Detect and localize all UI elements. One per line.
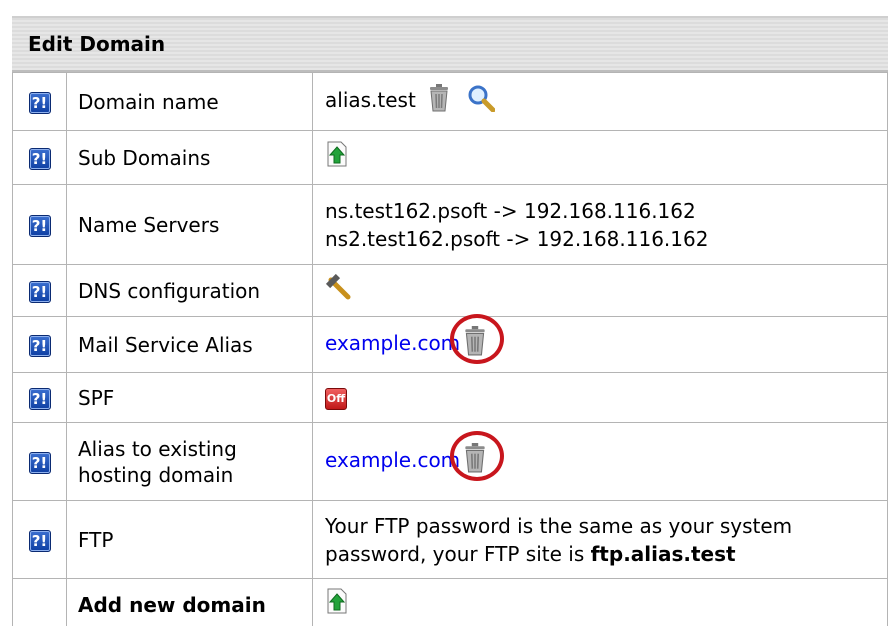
- trash-icon: [465, 443, 485, 473]
- table-row-domain-name: ?! Domain name alias.test: [12, 72, 888, 131]
- row-label: Alias to existing: [78, 436, 237, 461]
- name-server-line: ns2.test162.psoft -> 192.168.116.162: [325, 226, 709, 251]
- edit-domain-panel: Edit Domain ?! Domain name alias.test ?!…: [12, 0, 888, 626]
- table-row-ftp: ?! FTP Your FTP password is the same as …: [12, 500, 888, 579]
- help-icon[interactable]: ?!: [28, 281, 51, 303]
- row-label: SPF: [66, 372, 313, 423]
- help-icon[interactable]: ?!: [28, 335, 51, 357]
- trash-icon[interactable]: [428, 84, 450, 119]
- ftp-site-value: ftp.alias.test: [590, 541, 736, 566]
- row-label: Add new domain: [66, 578, 313, 626]
- table-row-dns-configuration: ?! DNS configuration: [12, 264, 888, 317]
- row-label: FTP: [66, 500, 313, 579]
- hosting-alias-link[interactable]: example.com: [325, 448, 460, 472]
- mail-alias-link[interactable]: example.com: [325, 331, 460, 355]
- toggle-state-label: Off: [326, 392, 346, 405]
- panel-header: Edit Domain: [12, 16, 888, 72]
- table-row-alias-existing: ?! Alias to existing hosting domain exam…: [12, 422, 888, 501]
- domain-settings-table: ?! Domain name alias.test ?! Sub Domains: [12, 72, 888, 626]
- panel-title: Edit Domain: [28, 32, 166, 56]
- add-page-icon[interactable]: [325, 141, 349, 174]
- row-label: Mail Service Alias: [66, 316, 313, 373]
- row-label: hosting domain: [78, 462, 234, 487]
- ftp-info-line: Your FTP password is the same as your sy…: [325, 513, 793, 538]
- delete-mail-alias-button[interactable]: [450, 314, 505, 364]
- spf-off-toggle[interactable]: Off: [325, 388, 347, 410]
- help-icon[interactable]: ?!: [28, 530, 51, 552]
- row-label: Name Servers: [66, 184, 313, 265]
- ftp-info-line: password, your FTP site is: [325, 541, 591, 566]
- name-server-line: ns.test162.psoft -> 192.168.116.162: [325, 198, 696, 223]
- magnifier-icon[interactable]: [467, 84, 496, 119]
- row-label: Sub Domains: [66, 130, 313, 185]
- hammer-icon[interactable]: [325, 273, 351, 307]
- help-icon[interactable]: ?!: [28, 215, 51, 237]
- row-label: DNS configuration: [66, 264, 313, 317]
- help-icon[interactable]: ?!: [28, 92, 51, 114]
- table-row-spf: ?! SPF Off: [12, 372, 888, 423]
- table-row-add-new-domain: Add new domain: [12, 578, 888, 626]
- delete-hosting-alias-button[interactable]: [450, 431, 505, 481]
- help-icon[interactable]: ?!: [28, 148, 51, 170]
- help-icon[interactable]: ?!: [28, 452, 51, 474]
- trash-icon: [465, 326, 485, 356]
- help-icon[interactable]: ?!: [28, 388, 51, 410]
- table-row-name-servers: ?! Name Servers ns.test162.psoft -> 192.…: [12, 184, 888, 265]
- row-label: Domain name: [66, 72, 313, 131]
- table-row-sub-domains: ?! Sub Domains: [12, 130, 888, 185]
- add-page-icon[interactable]: [325, 588, 349, 621]
- domain-name-value: alias.test: [325, 88, 416, 112]
- table-row-mail-service-alias: ?! Mail Service Alias example.com: [12, 314, 888, 373]
